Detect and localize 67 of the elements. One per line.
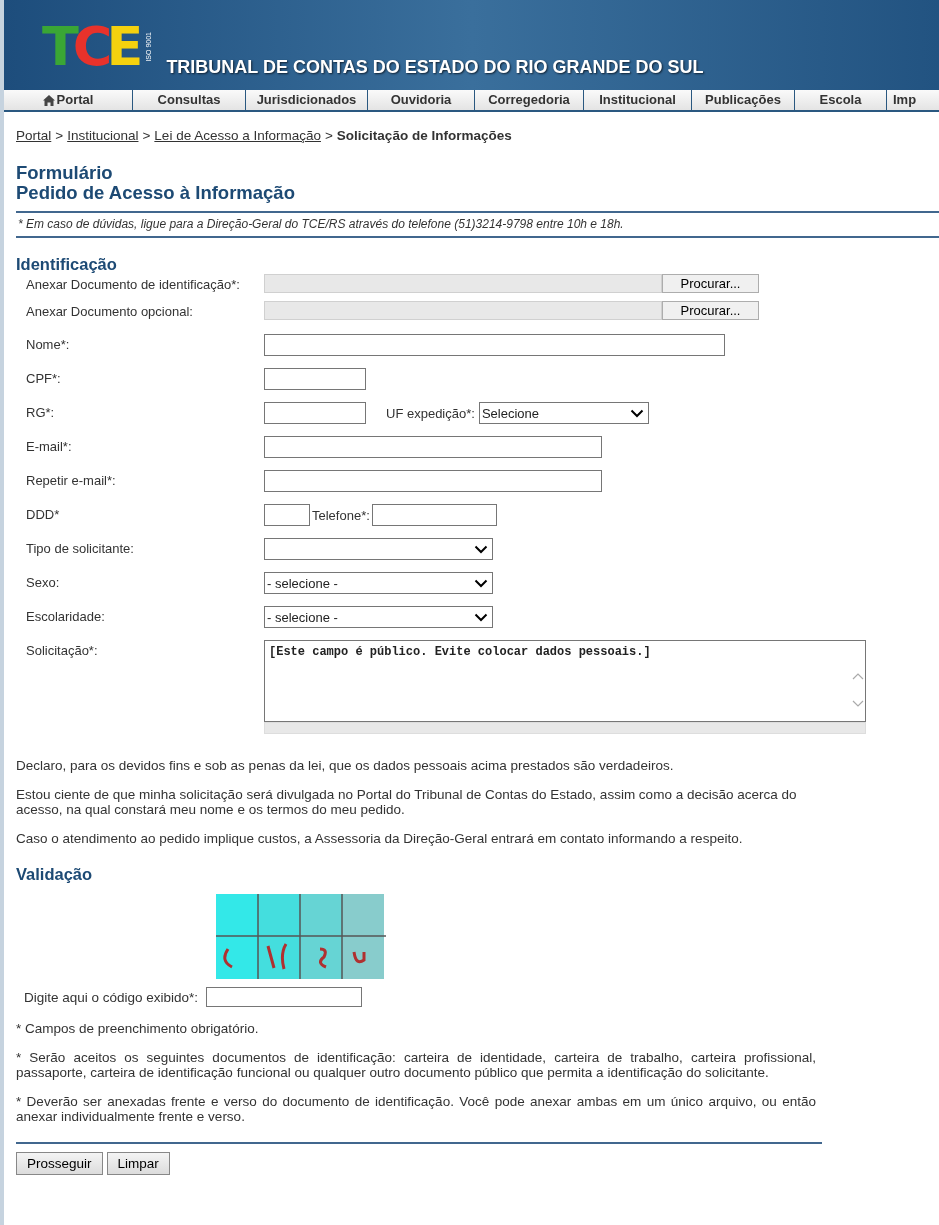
horizontal-scrollbar[interactable]: [264, 722, 866, 734]
breadcrumb-current: Solicitação de Informações: [336, 128, 512, 143]
browse-button[interactable]: Procurar...: [662, 301, 759, 320]
breadcrumb-link[interactable]: Lei de Acesso a Informação: [154, 128, 321, 143]
text-field[interactable]: [264, 504, 310, 526]
form-button[interactable]: Prosseguir: [16, 1152, 103, 1175]
declaration-text: Declaro, para os devidos fins e sob as penas da lei, que os dados pessoais acima prestados são verdadeiros.: [16, 758, 675, 773]
section-heading: Validação: [16, 866, 94, 882]
declaration-text: Caso o atendimento ao pedido implique custos, a Assessoria da Direção-Geral entrará em contato informando a respeito.: [16, 831, 744, 846]
footnote-text: * Serão aceitos os seguintes documentos de identificação: carteira de identidade, carteira de trabalho, carteira profissional, passaporte, carteira de identificação funcional ou qualquer outro documento público que permita a identificação do solicitante.: [16, 1050, 816, 1080]
chevron-down-icon: [474, 578, 488, 588]
dropdown[interactable]: Selecione: [478, 402, 649, 424]
field-label: UF expedição*:: [385, 405, 476, 421]
field-label: Sexo:: [26, 574, 61, 592]
footnote-text: * Deverão ser anexadas frente e verso do documento de identificação. Você pode anexar ambas em um único arquivo, ou então anexar individualmente frente e verso.: [16, 1094, 816, 1124]
nav-tab[interactable]: Escola: [795, 90, 887, 110]
chevron-down-icon: [629, 408, 644, 418]
nav-tab[interactable]: Ouvidoria: [368, 90, 475, 110]
dropdown[interactable]: - selecione -: [264, 606, 493, 628]
breadcrumb-link[interactable]: Institucional: [67, 128, 139, 143]
nav-tab[interactable]: Consultas: [133, 90, 246, 110]
field-label: E-mail*:: [26, 438, 73, 456]
breadcrumb-separator: >: [55, 128, 64, 143]
text-field[interactable]: [264, 436, 602, 458]
breadcrumb-separator: >: [324, 128, 333, 143]
field-label: Anexar Documento de identificação*:: [26, 276, 241, 294]
field-label: Telefone*:: [311, 507, 371, 523]
form-button[interactable]: Limpar: [106, 1152, 170, 1175]
help-note: * Em caso de dúvidas, ligue para a Direção-Geral do TCE/RS através do telefone (51)3214-9798 entre 10h e 18h.: [16, 211, 939, 238]
file-path-field[interactable]: [264, 274, 662, 293]
nav-tab[interactable]: Corregedoria: [475, 90, 584, 110]
nav-tab[interactable]: Portal: [4, 90, 133, 110]
page-title: Formulário: [16, 163, 114, 183]
breadcrumb-link[interactable]: Portal: [16, 128, 52, 143]
field-label: CPF*:: [26, 370, 62, 388]
chevron-down-icon: [474, 544, 488, 554]
text-field[interactable]: [371, 504, 497, 526]
nav-tab[interactable]: Jurisdicionados: [246, 90, 368, 110]
field-label: Anexar Documento opcional:: [26, 303, 194, 321]
chevron-down-icon: [474, 612, 488, 622]
nav-tab[interactable]: Imp: [887, 90, 917, 110]
field-label: Tipo de solicitante:: [26, 540, 135, 558]
field-label: RG*:: [26, 404, 56, 422]
nav-tab[interactable]: Institucional: [584, 90, 692, 110]
declaration-text: Estou ciente de que minha solicitação será divulgada no Portal do Tribunal de Contas do Estado, assim como a decisão acerca do acesso, na qual constará meu nome e os termos do meu pedido.: [16, 787, 798, 817]
field-label: Digite aqui o código exibido*:: [24, 989, 199, 1005]
text-field[interactable]: [264, 334, 725, 356]
footnote-text: * Campos de preenchimento obrigatório.: [16, 1021, 260, 1036]
nav-tab[interactable]: Publicações: [692, 90, 795, 110]
field-label: Escolaridade:: [26, 608, 106, 626]
breadcrumb-separator: >: [142, 128, 151, 143]
field-label: DDD*: [26, 506, 61, 524]
site-title: TRIBUNAL DE CONTAS DO ESTADO DO RIO GRANDE DO SUL: [166, 57, 704, 79]
file-path-field[interactable]: [264, 301, 662, 320]
home-icon: [42, 94, 55, 106]
browse-button[interactable]: Procurar...: [662, 274, 759, 293]
section-heading: Identificação: [16, 256, 118, 272]
field-label: Solicitação*:: [26, 642, 99, 660]
field-label: Repetir e-mail*:: [26, 472, 117, 490]
dropdown[interactable]: [264, 538, 493, 560]
captcha-code-field[interactable]: [206, 987, 363, 1007]
text-field[interactable]: [264, 470, 602, 492]
text-field[interactable]: [264, 402, 366, 424]
text-field[interactable]: [264, 368, 366, 390]
dropdown[interactable]: - selecione -: [264, 572, 493, 594]
field-label: Nome*:: [26, 336, 71, 354]
page-title: Pedido de Acesso à Informação: [16, 183, 296, 203]
